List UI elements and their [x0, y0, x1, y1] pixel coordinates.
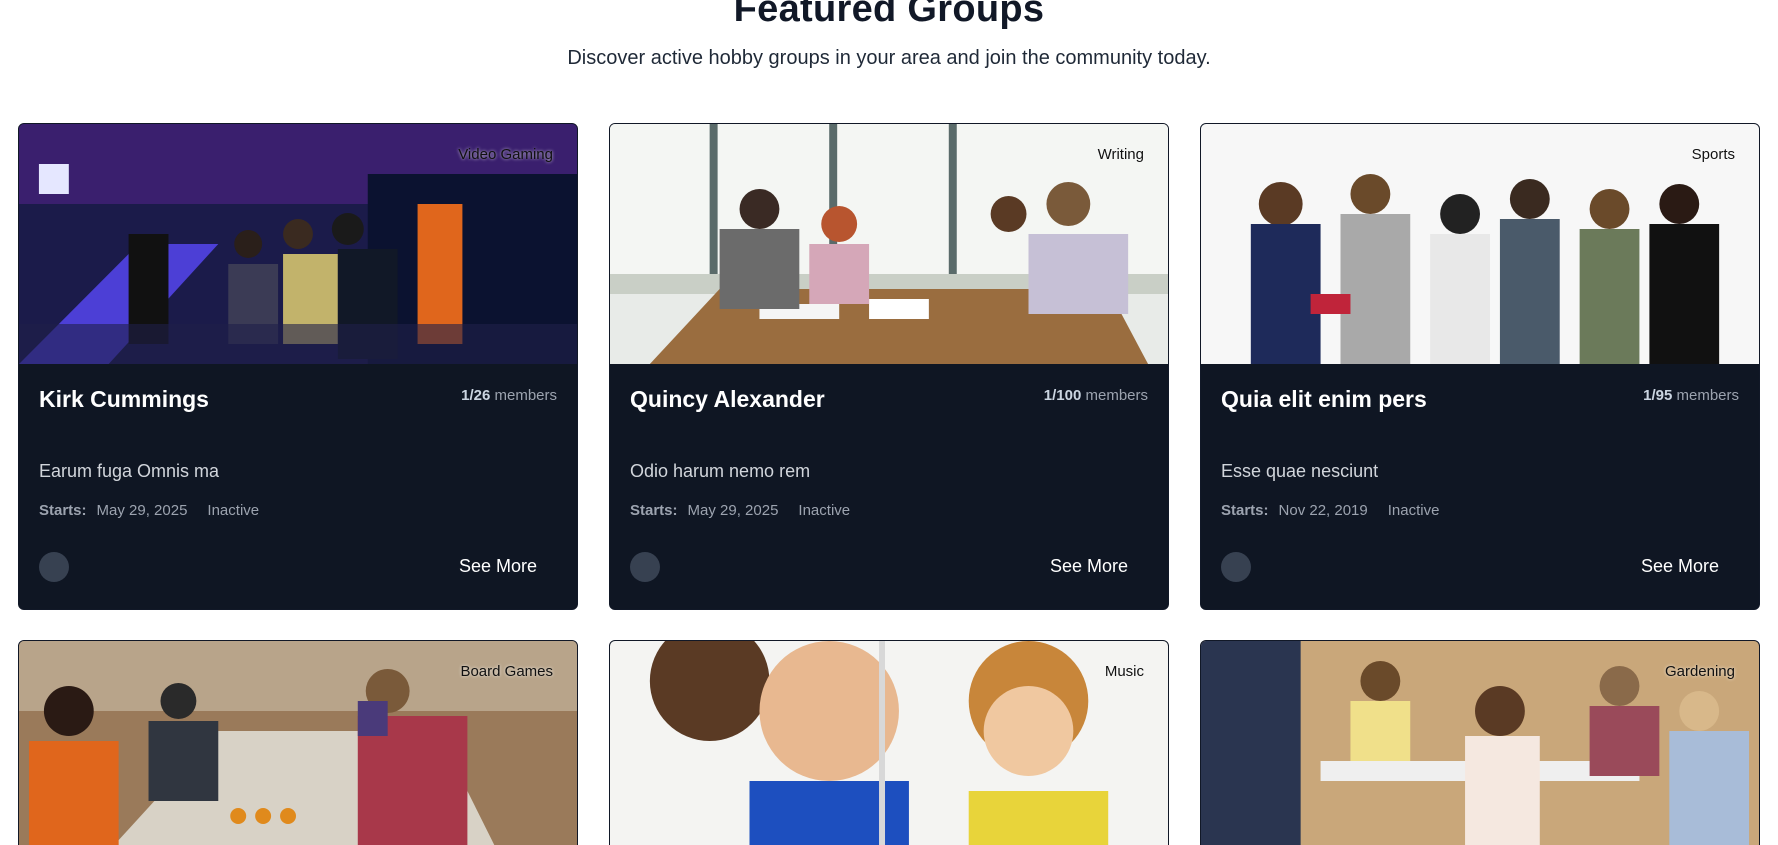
status-badge: Inactive [1387, 502, 1440, 519]
category-badge: Writing [1097, 146, 1144, 163]
group-card: Board Games [18, 640, 578, 845]
members-count-value: 1/95 [1643, 387, 1673, 404]
members-count: 1/100 members [1044, 387, 1148, 404]
members-count: 1/26 members [461, 387, 557, 404]
see-more-button[interactable]: See More [1641, 556, 1719, 577]
group-card: Music [609, 640, 1169, 845]
avatar [39, 552, 69, 582]
start-date: May 29, 2025 [687, 502, 779, 519]
group-image: Writing [610, 124, 1168, 364]
members-count: 1/95 members [1643, 387, 1739, 404]
members-label: members [1676, 387, 1739, 404]
start-date: May 29, 2025 [96, 502, 188, 519]
group-image: Board Games [19, 641, 577, 845]
starts-label: Starts: [630, 502, 678, 519]
group-meta: Starts: May 29, 2025 Inactive [39, 502, 259, 519]
category-badge: Video Gaming [458, 146, 553, 163]
group-meta: Starts: Nov 22, 2019 Inactive [1221, 502, 1439, 519]
section-title: Featured Groups [733, 0, 1045, 30]
groups-grid: Video Gaming Kirk Cummings 1/26 members … [18, 123, 1760, 845]
avatar [1221, 552, 1251, 582]
group-description: Odio harum nemo rem [630, 461, 811, 481]
group-card: Sports Quia elit enim pers 1/95 members … [1200, 123, 1760, 610]
group-image: Video Gaming [19, 124, 577, 364]
members-count-value: 1/26 [461, 387, 491, 404]
start-date: Nov 22, 2019 [1278, 502, 1368, 519]
members-count-value: 1/100 [1043, 387, 1082, 404]
group-card: Writing Quincy Alexander 1/100 members O… [609, 123, 1169, 610]
category-badge: Sports [1691, 146, 1735, 163]
category-badge: Music [1104, 663, 1144, 680]
members-label: members [494, 387, 557, 404]
group-description: Esse quae nesciunt [1221, 461, 1379, 481]
status-badge: Inactive [207, 502, 260, 519]
starts-label: Starts: [1221, 502, 1269, 519]
group-image: Sports [1201, 124, 1759, 364]
category-badge: Gardening [1664, 663, 1735, 680]
members-label: members [1085, 387, 1148, 404]
group-meta: Starts: May 29, 2025 Inactive [630, 502, 850, 519]
group-image: Music [610, 641, 1168, 845]
see-more-button[interactable]: See More [459, 556, 537, 577]
section-subtitle: Discover active hobby groups in your are… [567, 47, 1211, 69]
group-description: Earum fuga Omnis ma [39, 461, 220, 481]
group-image: Gardening [1201, 641, 1759, 845]
see-more-button[interactable]: See More [1050, 556, 1128, 577]
avatar [630, 552, 660, 582]
group-card: Video Gaming Kirk Cummings 1/26 members … [18, 123, 578, 610]
starts-label: Starts: [39, 502, 87, 519]
group-card: Gardening [1200, 640, 1760, 845]
category-badge: Board Games [460, 663, 553, 680]
status-badge: Inactive [798, 502, 851, 519]
